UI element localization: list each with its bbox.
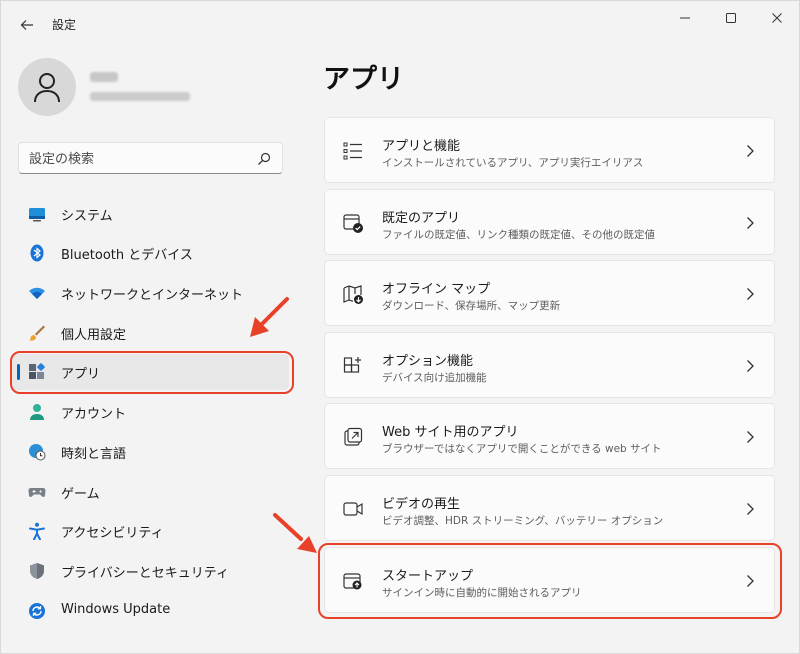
- minimize-button[interactable]: [662, 6, 708, 30]
- wifi-icon: [29, 287, 45, 299]
- open-external-icon: [344, 427, 363, 446]
- annotation-highlight-startup: [318, 543, 782, 619]
- back-button[interactable]: [15, 13, 39, 37]
- card-subtitle: デバイス向け追加機能: [382, 372, 487, 384]
- sidebar-item-windows-update[interactable]: Windows Update: [11, 593, 289, 629]
- sidebar-item-label: アカウント: [61, 407, 127, 422]
- sidebar-item-bluetooth[interactable]: Bluetooth とデバイス: [11, 235, 289, 271]
- card-title: アプリと機能: [382, 139, 461, 154]
- avatar[interactable]: [18, 58, 76, 116]
- card-subtitle: ビデオ調整、HDR ストリーミング、バッテリー オプション: [382, 515, 664, 527]
- chevron-right-icon: [747, 503, 754, 515]
- annotation-arrow-icon: [273, 513, 317, 553]
- chevron-right-icon: [747, 431, 754, 443]
- search-icon[interactable]: [256, 151, 272, 167]
- card-title: ビデオの再生: [382, 497, 461, 512]
- sidebar-item-time-language[interactable]: 時刻と言語: [11, 434, 289, 470]
- sidebar-item-label: プライバシーとセキュリティ: [61, 566, 229, 581]
- person-outline-icon: [34, 73, 60, 103]
- profile-name-redacted: [90, 72, 118, 82]
- accessibility-icon: [29, 522, 45, 540]
- globe-clock-icon: [29, 444, 46, 461]
- offline-map-icon: [343, 285, 363, 304]
- annotation-arrow-icon: [250, 297, 289, 337]
- card-title: オフライン マップ: [382, 282, 491, 297]
- card-video-playback[interactable]: ビデオの再生 ビデオ調整、HDR ストリーミング、バッテリー オプション: [324, 475, 775, 541]
- person-icon: [30, 404, 44, 420]
- search-input[interactable]: [29, 149, 249, 169]
- update-icon: [29, 603, 45, 619]
- chevron-right-icon: [747, 145, 754, 157]
- close-icon: [772, 13, 782, 23]
- sidebar-item-accessibility[interactable]: アクセシビリティ: [11, 513, 289, 549]
- sidebar-item-label: Windows Update: [61, 602, 171, 617]
- bluetooth-icon: [30, 244, 44, 262]
- sidebar-item-accounts[interactable]: アカウント: [11, 394, 289, 430]
- annotation-highlight-apps: [10, 351, 294, 394]
- app-title: 設定: [52, 18, 77, 32]
- search-box[interactable]: [18, 142, 283, 174]
- card-default-apps[interactable]: 既定のアプリ ファイルの既定値、リンク種類の既定値、その他の既定値: [324, 189, 775, 255]
- settings-window: 設定 システム Bluetooth とデバイス ネットワークとインタ: [0, 0, 800, 654]
- card-optional-features[interactable]: オプション機能 デバイス向け追加機能: [324, 332, 775, 398]
- sidebar-item-system[interactable]: システム: [11, 196, 289, 232]
- monitor-icon: [29, 208, 45, 222]
- card-title: Web サイト用のアプリ: [382, 425, 519, 440]
- sidebar-item-gaming[interactable]: ゲーム: [11, 474, 289, 510]
- card-apps-features[interactable]: アプリと機能 インストールされているアプリ、アプリ実行エイリアス: [324, 117, 775, 183]
- chevron-right-icon: [747, 288, 754, 300]
- card-offline-maps[interactable]: オフライン マップ ダウンロード、保存場所、マップ更新: [324, 260, 775, 326]
- card-subtitle: ブラウザーではなくアプリで開くことができる web サイト: [382, 443, 662, 455]
- sidebar-item-label: 時刻と言語: [61, 447, 127, 462]
- sidebar-item-label: システム: [61, 209, 113, 224]
- sidebar-item-privacy[interactable]: プライバシーとセキュリティ: [11, 553, 289, 589]
- default-app-icon: [343, 214, 363, 233]
- maximize-icon: [726, 13, 736, 23]
- sidebar-item-label: ゲーム: [61, 487, 100, 502]
- card-title: オプション機能: [382, 354, 474, 369]
- card-apps-for-websites[interactable]: Web サイト用のアプリ ブラウザーではなくアプリで開くことができる web サ…: [324, 403, 775, 469]
- gamepad-icon: [28, 488, 46, 498]
- card-subtitle: インストールされているアプリ、アプリ実行エイリアス: [382, 157, 644, 169]
- close-button[interactable]: [754, 6, 800, 30]
- brush-icon: [29, 325, 45, 341]
- sidebar-item-label: アクセシビリティ: [61, 526, 164, 541]
- app-list-icon: [343, 142, 362, 160]
- minimize-icon: [680, 17, 690, 19]
- profile-email-redacted: [90, 92, 190, 101]
- card-subtitle: ダウンロード、保存場所、マップ更新: [382, 300, 561, 312]
- optional-features-icon: [343, 357, 361, 373]
- card-title: 既定のアプリ: [382, 211, 461, 226]
- shield-icon: [30, 563, 44, 579]
- chevron-right-icon: [747, 217, 754, 229]
- page-title: アプリ: [323, 64, 404, 95]
- sidebar-item-label: ネットワークとインターネット: [61, 288, 244, 303]
- chevron-right-icon: [747, 360, 754, 372]
- card-subtitle: ファイルの既定値、リンク種類の既定値、その他の既定値: [382, 229, 655, 241]
- title-bar: 設定: [1, 1, 800, 47]
- arrow-left-icon: [20, 20, 33, 30]
- video-icon: [343, 502, 363, 516]
- maximize-button[interactable]: [708, 6, 754, 30]
- sidebar-item-label: Bluetooth とデバイス: [61, 248, 193, 263]
- sidebar-item-label: 個人用設定: [61, 328, 127, 343]
